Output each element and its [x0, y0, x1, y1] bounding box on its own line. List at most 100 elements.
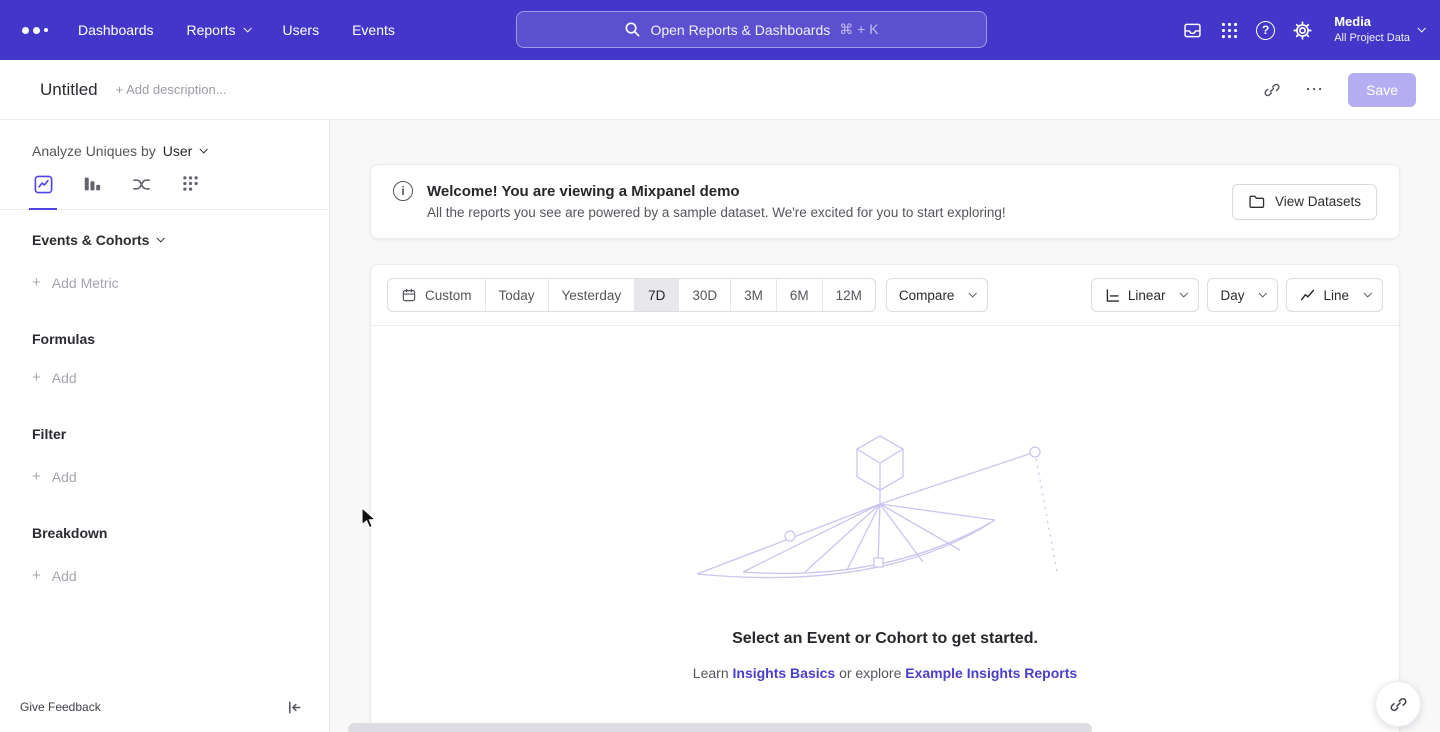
- nav-events[interactable]: Events: [352, 22, 395, 38]
- chevron-down-icon: [1363, 289, 1371, 297]
- range-today[interactable]: Today: [486, 279, 549, 311]
- apps-grid-icon[interactable]: [1220, 21, 1239, 40]
- project-scope: All Project Data: [1334, 31, 1410, 45]
- horizontal-scrollbar[interactable]: [348, 723, 1092, 732]
- add-metric-button[interactable]: + Add Metric: [0, 274, 329, 291]
- chevron-down-icon: [969, 289, 977, 297]
- scale-dropdown[interactable]: Linear: [1091, 278, 1200, 312]
- nav-reports[interactable]: Reports: [187, 22, 250, 38]
- empty-state-subtitle: Learn Insights Basics or explore Example…: [371, 665, 1399, 681]
- report-header: Untitled + Add description... ⋯ Save: [0, 60, 1440, 120]
- more-options-button[interactable]: ⋯: [1305, 79, 1324, 100]
- empty-state: Select an Event or Cohort to get started…: [371, 326, 1399, 681]
- save-button[interactable]: Save: [1348, 73, 1416, 107]
- tab-funnels[interactable]: [80, 174, 104, 209]
- compare-button[interactable]: Compare: [886, 278, 989, 312]
- chevron-down-icon: [243, 24, 251, 32]
- insights-basics-link[interactable]: Insights Basics: [733, 665, 836, 681]
- range-7d-label: 7D: [648, 288, 665, 303]
- share-link-fab[interactable]: [1375, 681, 1421, 727]
- collapse-sidebar-icon[interactable]: [286, 699, 303, 716]
- scale-label: Linear: [1128, 288, 1166, 303]
- chart-toolbar: Custom Today Yesterday 7D 30D 3M 6M 12M …: [371, 265, 1399, 325]
- learn-prefix: Learn: [693, 665, 729, 681]
- add-description-field[interactable]: + Add description...: [116, 82, 227, 97]
- add-formula-button[interactable]: +Add: [0, 369, 329, 386]
- plus-icon: +: [32, 468, 41, 485]
- tab-retention[interactable]: [178, 174, 202, 209]
- query-builder-sidebar: Analyze Uniques by User Events & Cohorts…: [0, 120, 330, 732]
- interval-dropdown[interactable]: Day: [1207, 278, 1278, 312]
- analyze-label: Analyze Uniques by: [32, 143, 156, 159]
- range-yesterday-label: Yesterday: [562, 288, 622, 303]
- give-feedback-link[interactable]: Give Feedback: [20, 700, 101, 714]
- nav-users-label: Users: [283, 22, 320, 38]
- range-12m[interactable]: 12M: [823, 279, 875, 311]
- funnel-bars-icon: [82, 174, 102, 194]
- chevron-down-icon: [1417, 24, 1425, 32]
- project-info: Media All Project Data: [1334, 14, 1410, 45]
- interval-label: Day: [1220, 288, 1244, 303]
- range-7d[interactable]: 7D: [635, 279, 679, 311]
- top-navbar: Dashboards Reports Users Events Open Rep…: [0, 0, 1440, 60]
- welcome-banner: i Welcome! You are viewing a Mixpanel de…: [370, 164, 1400, 239]
- range-30d[interactable]: 30D: [679, 279, 731, 311]
- linear-axis-icon: [1104, 287, 1121, 304]
- view-datasets-button[interactable]: View Datasets: [1232, 184, 1377, 220]
- dots-grid-icon: [181, 174, 200, 193]
- range-3m[interactable]: 3M: [731, 279, 777, 311]
- date-range-segmented-control: Custom Today Yesterday 7D 30D 3M 6M 12M: [387, 278, 876, 312]
- chart-type-dropdown[interactable]: Line: [1286, 278, 1383, 312]
- project-name: Media: [1334, 14, 1410, 31]
- mixpanel-app: Dashboards Reports Users Events Open Rep…: [0, 0, 1440, 732]
- add-breakdown-button[interactable]: + Add: [0, 567, 329, 584]
- nav-events-label: Events: [352, 22, 395, 38]
- settings-gear-icon[interactable]: [1292, 20, 1313, 41]
- section-formulas: Formulas: [0, 331, 329, 347]
- line-chart-icon: [1299, 287, 1316, 304]
- analyze-value-label: User: [163, 143, 193, 159]
- global-search[interactable]: Open Reports & Dashboards ⌘ + K: [516, 11, 987, 48]
- flows-icon: [131, 174, 152, 195]
- chevron-down-icon: [1180, 289, 1188, 297]
- help-icon[interactable]: ?: [1256, 21, 1275, 40]
- nav-dashboards[interactable]: Dashboards: [78, 22, 154, 38]
- mixpanel-logo-icon[interactable]: [22, 27, 48, 34]
- calendar-icon: [401, 287, 417, 303]
- ellipsis-icon: ⋯: [1305, 79, 1324, 100]
- middle-text: or explore: [839, 665, 901, 681]
- nav-users[interactable]: Users: [283, 22, 320, 38]
- main-content: i Welcome! You are viewing a Mixpanel de…: [330, 120, 1440, 732]
- plus-icon: +: [32, 369, 41, 386]
- project-switcher[interactable]: Media All Project Data: [1334, 14, 1424, 45]
- compare-label: Compare: [899, 288, 955, 303]
- topnav-right-group: ? Media All Project Data: [1182, 0, 1424, 60]
- insights-report-card: Custom Today Yesterday 7D 30D 3M 6M 12M …: [370, 264, 1400, 732]
- formulas-label: Formulas: [32, 331, 95, 347]
- add-metric-label: Add Metric: [52, 275, 119, 291]
- copy-link-icon[interactable]: [1263, 81, 1281, 99]
- folder-icon: [1248, 193, 1266, 211]
- range-today-label: Today: [499, 288, 535, 303]
- search-shortcut: ⌘ + K: [839, 21, 878, 38]
- chevron-down-icon: [157, 234, 165, 242]
- info-icon: i: [393, 181, 413, 201]
- add-breakdown-label: Add: [52, 568, 77, 584]
- plus-icon: +: [32, 274, 41, 291]
- tab-insights[interactable]: [31, 174, 55, 209]
- report-title[interactable]: Untitled: [40, 80, 98, 100]
- inbox-icon[interactable]: [1182, 20, 1203, 41]
- range-custom[interactable]: Custom: [388, 279, 486, 311]
- report-type-tabs: [0, 174, 329, 210]
- range-3m-label: 3M: [744, 288, 763, 303]
- analyze-value-dropdown[interactable]: User: [163, 143, 207, 159]
- section-events-cohorts[interactable]: Events & Cohorts: [0, 232, 329, 248]
- example-reports-link[interactable]: Example Insights Reports: [905, 665, 1077, 681]
- add-filter-button[interactable]: +Add: [0, 468, 329, 485]
- plus-icon: +: [32, 567, 41, 584]
- link-icon: [1389, 695, 1408, 714]
- tab-flows[interactable]: [129, 174, 153, 209]
- range-yesterday[interactable]: Yesterday: [549, 279, 636, 311]
- chevron-down-icon: [200, 145, 208, 153]
- range-6m[interactable]: 6M: [777, 279, 823, 311]
